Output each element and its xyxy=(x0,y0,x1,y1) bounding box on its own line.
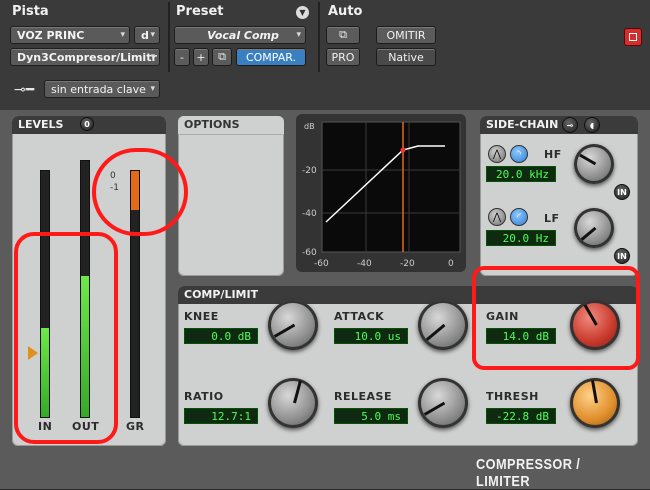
preset-name: Vocal Comp xyxy=(207,28,279,42)
ratio-value[interactable]: 12.7:1 xyxy=(184,408,258,424)
insert-select[interactable]: Dyn3Compresor/Limitr ▾ xyxy=(10,48,160,66)
track-select[interactable]: VOZ PRINC ▾ xyxy=(10,26,130,44)
cut-icon: ◝ xyxy=(517,148,521,160)
hf-cut-button[interactable]: ◝ xyxy=(510,145,528,163)
graph-y-tick: -20 xyxy=(302,166,317,176)
thresh-label: THRESH xyxy=(486,390,539,403)
lf-in-button[interactable]: IN xyxy=(614,248,630,264)
graph-x-tick: -20 xyxy=(400,259,415,268)
track-name: VOZ PRINC xyxy=(17,28,85,42)
native-button[interactable]: Native xyxy=(376,48,436,66)
annotation-circle xyxy=(472,266,640,370)
options-title: OPTIONS xyxy=(178,116,284,135)
auto-label: Auto xyxy=(328,4,363,19)
gr-label: GR xyxy=(126,420,145,433)
knee-label: KNEE xyxy=(184,310,219,323)
chevron-down-icon: ▾ xyxy=(150,30,155,40)
thresh-knob[interactable] xyxy=(570,378,620,428)
key-icon: ⊸━ xyxy=(14,82,35,98)
thresh-value[interactable]: -22.8 dB xyxy=(486,408,556,424)
release-label: RELEASE xyxy=(334,390,392,403)
graph-x-tick: -60 xyxy=(314,259,329,268)
knee-value[interactable]: 0.0 dB xyxy=(184,328,258,344)
copy-icon: ⧉ xyxy=(218,50,226,63)
graph-x-tick: 0 xyxy=(448,259,454,268)
preset-next-button[interactable]: + xyxy=(193,48,209,66)
speaker-icon: ◖ xyxy=(589,120,595,130)
preset-label: Preset xyxy=(176,4,224,19)
automation-button[interactable]: ⧉ xyxy=(326,26,360,44)
header-divider xyxy=(318,2,320,72)
attack-knob[interactable] xyxy=(418,300,468,350)
channel-name: d xyxy=(141,28,149,42)
key-listen-button[interactable]: ⊸ xyxy=(562,117,578,133)
graph-y-tick: -40 xyxy=(302,209,317,219)
target-icon xyxy=(629,33,637,41)
hf-in-button[interactable]: IN xyxy=(614,184,630,200)
lf-shelf-button[interactable]: ⋀ xyxy=(488,208,506,226)
automation-icon: ⧉ xyxy=(339,28,347,41)
transfer-graph: dB -20 -40 -60 -60 -40 -20 0 xyxy=(302,121,461,268)
preset-prev-button[interactable]: - xyxy=(174,48,190,66)
graph-y-tick: -60 xyxy=(302,248,317,258)
pro-button[interactable]: PRO xyxy=(326,48,360,66)
release-knob[interactable] xyxy=(418,378,468,428)
compare-button[interactable]: COMPAR. xyxy=(236,48,306,66)
attack-value[interactable]: 10.0 us xyxy=(334,328,408,344)
key-input-value: sin entrada clave xyxy=(51,82,146,96)
ratio-knob[interactable] xyxy=(268,378,318,428)
sidechain-title: SIDE-CHAIN xyxy=(480,116,638,134)
speaker-button[interactable]: ◖ xyxy=(584,117,600,133)
shelf-icon: ⋀ xyxy=(492,211,502,223)
ratio-label: RATIO xyxy=(184,390,224,403)
hf-value[interactable]: 20.0 kHz xyxy=(486,166,556,182)
shelf-icon: ⋀ xyxy=(492,148,502,160)
annotation-circle xyxy=(92,148,188,236)
chevron-down-icon: ▾ xyxy=(296,30,301,40)
channel-select[interactable]: d ▾ xyxy=(134,26,160,44)
chevron-down-icon: ▾ xyxy=(120,30,125,40)
lf-cut-button[interactable]: ◜ xyxy=(510,208,528,226)
key-input-select[interactable]: sin entrada clave ▾ xyxy=(44,80,160,98)
key-icon: ⊸ xyxy=(566,120,574,130)
options-panel: OPTIONS xyxy=(178,116,284,276)
graph-x-tick: -40 xyxy=(357,259,372,268)
lf-label: LF xyxy=(544,212,560,225)
cut-icon: ◜ xyxy=(517,211,521,223)
preset-select[interactable]: Vocal Comp ▾ xyxy=(174,26,306,44)
header-divider xyxy=(168,2,170,72)
plugin-brand: COMPRESSOR / LIMITER xyxy=(476,456,581,490)
attack-label: ATTACK xyxy=(334,310,385,323)
bypass-button[interactable]: OMITIR xyxy=(376,26,436,44)
lf-value[interactable]: 20.0 Hz xyxy=(486,230,556,246)
chevron-down-icon: ▾ xyxy=(150,84,155,94)
hf-knob[interactable] xyxy=(574,144,614,184)
chevron-down-icon: ▾ xyxy=(150,52,155,62)
reset-icon: 0 xyxy=(84,119,90,129)
preset-menu-icon[interactable]: ▼ xyxy=(296,6,309,19)
release-value[interactable]: 5.0 ms xyxy=(334,408,408,424)
graph-y-tick: dB xyxy=(304,122,315,131)
copy-settings-button[interactable]: ⧉ xyxy=(212,48,232,66)
hf-label: HF xyxy=(544,148,562,161)
annotation-circle xyxy=(14,232,118,444)
lf-knob[interactable] xyxy=(574,208,614,248)
levels-reset-button[interactable]: 0 xyxy=(80,117,94,131)
hf-shelf-button[interactable]: ⋀ xyxy=(488,145,506,163)
track-label: Pista xyxy=(12,4,49,19)
target-button[interactable] xyxy=(624,28,642,46)
knee-knob[interactable] xyxy=(268,300,318,350)
insert-name: Dyn3Compresor/Limitr xyxy=(17,50,157,64)
